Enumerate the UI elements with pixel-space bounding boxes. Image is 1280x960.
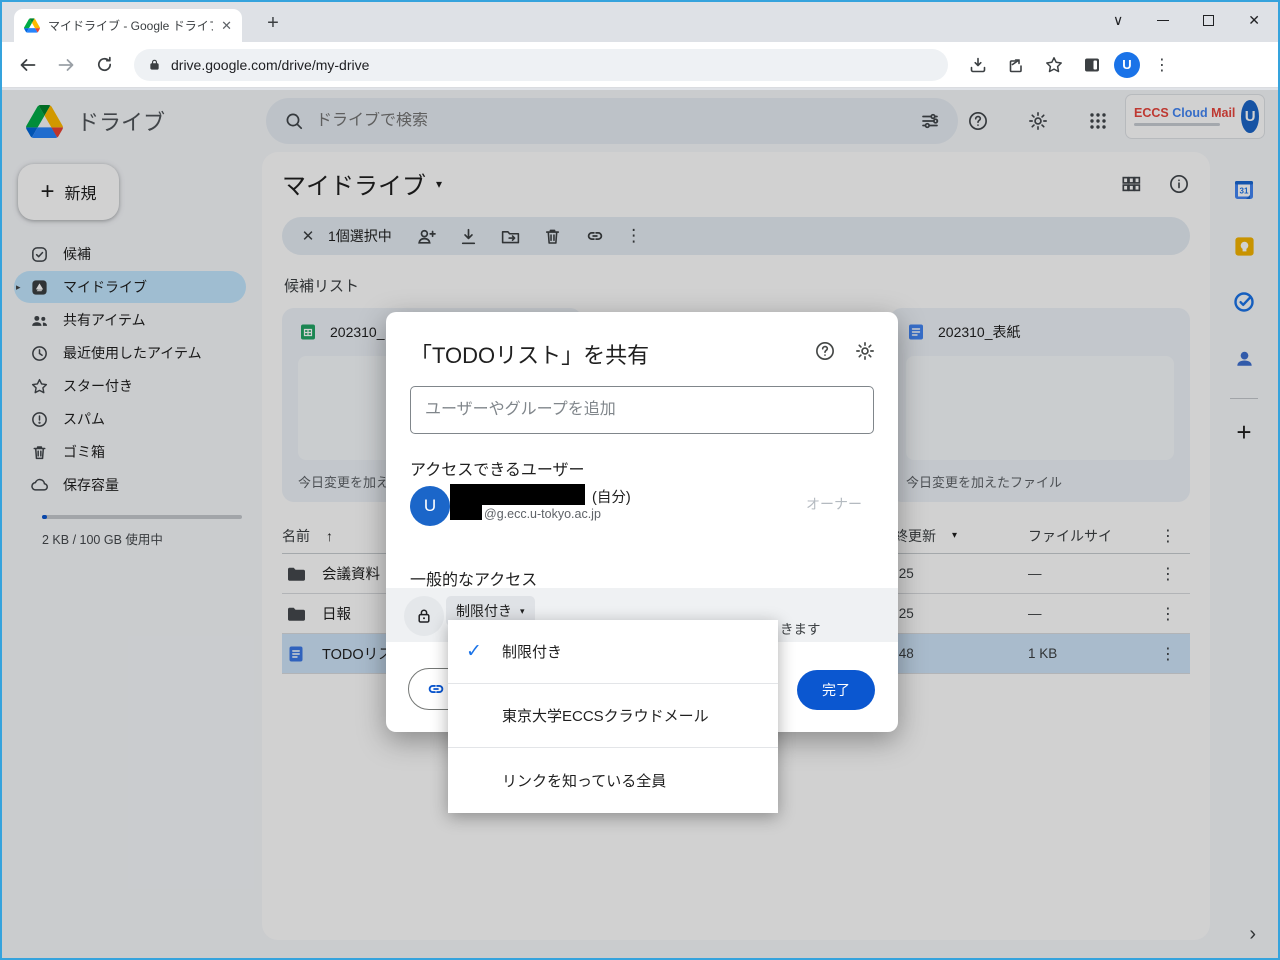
maximize-button[interactable] <box>1203 14 1215 26</box>
dialog-help-icon[interactable] <box>814 340 836 367</box>
browser-profile-avatar[interactable]: U <box>1114 51 1140 78</box>
download-tray-icon[interactable] <box>962 49 994 81</box>
menu-item-label: 制限付き <box>502 644 563 661</box>
link-icon <box>428 684 444 694</box>
drive-app: ドライブ ECCS Cloud Mail <box>2 90 1278 958</box>
people-with-access-heading: アクセスできるユーザー <box>410 462 585 479</box>
close-window-button[interactable]: ✕ <box>1248 12 1260 29</box>
tab-title: マイドライブ - Google ドライブ <box>48 19 214 33</box>
menu-item-label: 東京大学ECCSクラウドメール <box>502 708 709 725</box>
share-icon[interactable] <box>1000 49 1032 81</box>
window-controls: ∨ ✕ <box>1113 2 1268 38</box>
access-level-menu: ✓ 制限付き 東京大学ECCSクラウドメール リンクを知っている全員 <box>448 620 778 813</box>
dialog-title: 「TODOリスト」を共有 <box>410 343 650 368</box>
done-button[interactable]: 完了 <box>797 670 875 710</box>
drive-favicon <box>24 18 40 33</box>
owner-email: @g.ecc.u-tokyo.ac.jp <box>484 507 601 521</box>
menu-item-anyone-with-link[interactable]: リンクを知っている全員 <box>448 748 778 813</box>
caret-down-icon: ▾ <box>520 605 525 616</box>
browser-tab[interactable]: マイドライブ - Google ドライブ ✕ <box>14 9 242 42</box>
tab-search-icon[interactable]: ∨ <box>1113 12 1123 29</box>
new-tab-button[interactable]: + <box>260 12 286 35</box>
check-icon: ✓ <box>466 641 482 662</box>
url-text: drive.google.com/drive/my-drive <box>171 56 370 73</box>
address-bar[interactable]: drive.google.com/drive/my-drive <box>134 48 948 81</box>
owner-email-redacted <box>450 505 482 520</box>
access-level-label: 制限付き <box>456 603 512 619</box>
browser-menu-icon[interactable]: ⋮ <box>1146 49 1178 81</box>
forward-icon[interactable] <box>50 49 82 81</box>
general-access-heading: 一般的なアクセス <box>410 572 538 589</box>
owner-self-label: (自分) <box>592 490 631 506</box>
owner-name-redacted <box>450 484 585 505</box>
dialog-settings-icon[interactable] <box>854 340 876 367</box>
side-panel-icon[interactable] <box>1076 49 1108 81</box>
bookmark-star-icon[interactable] <box>1038 49 1070 81</box>
menu-item-organization[interactable]: 東京大学ECCSクラウドメール <box>448 684 778 748</box>
minimize-button[interactable] <box>1157 19 1170 21</box>
back-icon[interactable] <box>12 49 44 81</box>
owner-avatar: U <box>410 486 450 526</box>
lock-icon <box>418 609 430 623</box>
restricted-lock-circle <box>404 596 444 636</box>
menu-item-restricted[interactable]: ✓ 制限付き <box>448 620 778 684</box>
browser-window: マイドライブ - Google ドライブ ✕ + ∨ ✕ drive.googl… <box>0 0 1280 960</box>
access-description-partial: きます <box>780 622 821 637</box>
browser-actions: U ⋮ <box>962 49 1178 81</box>
lock-icon <box>150 59 159 70</box>
add-people-input[interactable] <box>410 386 874 434</box>
tab-close-icon[interactable]: ✕ <box>221 18 232 34</box>
owner-row: U (自分) @g.ecc.u-tokyo.ac.jp オーナー <box>410 484 874 532</box>
reload-icon[interactable] <box>88 49 120 81</box>
browser-toolbar: drive.google.com/drive/my-drive U ⋮ <box>2 42 1278 88</box>
menu-item-label: リンクを知っている全員 <box>502 773 667 790</box>
owner-role: オーナー <box>806 496 862 512</box>
browser-titlebar: マイドライブ - Google ドライブ ✕ + ∨ ✕ <box>2 2 1278 42</box>
